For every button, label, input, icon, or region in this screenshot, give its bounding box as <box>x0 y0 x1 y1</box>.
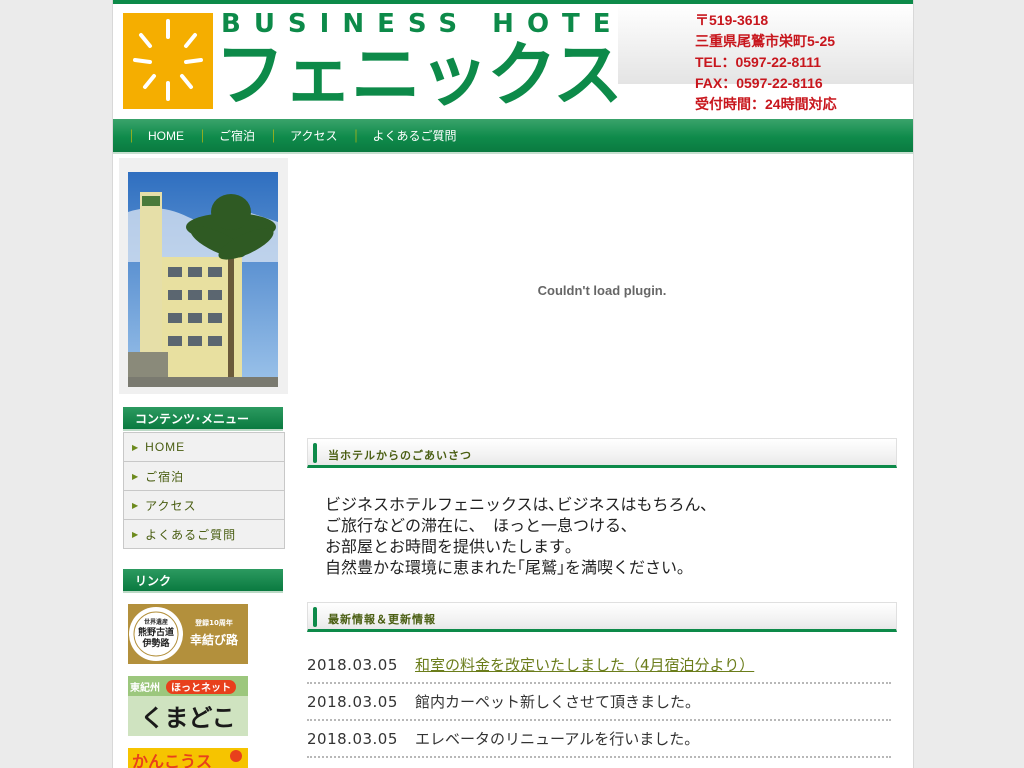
greeting-heading-text: 当ホテルからのごあいさつ <box>328 450 472 462</box>
nav-separator: ｜ <box>125 129 139 144</box>
news-date: 2018.03.05 <box>307 655 398 674</box>
nav-separator: ｜ <box>349 129 363 144</box>
hotel-logo[interactable]: BUSINESS HOTEL フェニックス <box>123 9 640 115</box>
triangle-right-icon: ▶ <box>132 471 140 481</box>
banner-text: くまどこ <box>140 704 235 732</box>
plugin-placeholder: Couldn't load plugin. <box>307 160 897 420</box>
kanko-banner[interactable]: かんこうス <box>128 748 248 768</box>
side-menu-item-access[interactable]: ▶ アクセス <box>124 490 284 519</box>
news-heading: 最新情報＆更新情報 <box>307 602 897 632</box>
nav-item-faq[interactable]: よくあるご質問 <box>372 127 456 144</box>
side-menu-item-stay[interactable]: ▶ ご宿泊 <box>124 461 284 490</box>
kumano-kodo-banner[interactable]: 世界遺産 熊野古道 伊勢路 登録10周年 幸結び路 <box>128 604 248 664</box>
news-heading-text: 最新情報＆更新情報 <box>328 614 436 626</box>
triangle-right-icon: ▶ <box>132 500 140 510</box>
greeting-line: ビジネスホテルフェニックスは､ビジネスはもちろん､ <box>325 495 709 514</box>
nav-item-access[interactable]: アクセス <box>290 127 337 144</box>
links-heading: リンク <box>123 569 283 593</box>
address: 三重県尾鷲市栄町5-25 <box>695 33 836 49</box>
heading-bar-icon <box>313 443 317 463</box>
hotel-building-photo <box>128 172 278 387</box>
banner-text: 幸結び路 <box>190 632 239 647</box>
global-nav: ｜ HOME ｜ ご宿泊 ｜ アクセス ｜ よくあるご質問 <box>113 119 913 154</box>
triangle-right-icon: ▶ <box>132 529 140 539</box>
logo-japanese-text: フェニックス <box>215 34 623 116</box>
side-menu-item-faq[interactable]: ▶ よくあるご質問 <box>124 519 284 548</box>
nav-separator: ｜ <box>267 129 281 144</box>
side-menu-item-home[interactable]: ▶ HOME <box>124 432 284 461</box>
news-date: 2018.03.05 <box>307 729 398 748</box>
news-item: 2018.03.05 和室の料金を改定いたしました（4月宿泊分より） <box>307 647 891 684</box>
contact-info: 〒519-3618 三重県尾鷲市栄町5-25 TEL：0597-22-8111 … <box>695 10 837 115</box>
sun-logo-icon <box>123 13 213 109</box>
banner-text: 伊勢路 <box>141 637 170 649</box>
greeting-text: ビジネスホテルフェニックスは､ビジネスはもちろん､ ご旅行などの滞在に､ ほっと… <box>325 494 709 578</box>
side-menu-label: よくあるご質問 <box>145 527 237 542</box>
side-menu-label: アクセス <box>145 498 197 513</box>
nav-separator: ｜ <box>196 129 210 144</box>
banner-text: 東紀州 <box>130 681 160 694</box>
banner-text: かんこうス <box>132 752 212 768</box>
phone-number: TEL：0597-22-8111 <box>695 54 822 70</box>
banner-text: 登録10周年 <box>194 618 233 627</box>
triangle-right-icon: ▶ <box>132 442 140 452</box>
greeting-heading: 当ホテルからのごあいさつ <box>307 438 897 468</box>
side-menu-label: HOME <box>145 440 186 454</box>
news-item: 2018.03.05 館内カーペット新しくさせて頂きました。 <box>307 684 891 721</box>
side-menu-label: ご宿泊 <box>145 469 185 484</box>
fax-number: FAX：0597-22-8116 <box>695 75 823 91</box>
kumadoko-banner[interactable]: 東紀州 ほっとネット くまどこ <box>128 676 248 736</box>
postal-code: 〒519-3618 <box>695 12 769 28</box>
banner-text: ほっとネット <box>171 682 231 694</box>
contents-menu-heading: コンテンツ･メニュー <box>123 407 283 431</box>
page: BUSINESS HOTEL フェニックス 〒519-3618 三重県尾鷲市栄町… <box>112 0 914 768</box>
news-text: エレベータのリニューアルを行いました。 <box>415 730 700 748</box>
nav-item-stay[interactable]: ご宿泊 <box>219 127 255 144</box>
reception-hours: 受付時間：24時間対応 <box>695 96 837 112</box>
heading-bar-icon <box>313 607 317 627</box>
greeting-line: お部屋とお時間を提供いたします｡ <box>325 537 574 556</box>
news-link[interactable]: 和室の料金を改定いたしました（4月宿泊分より） <box>415 654 754 675</box>
news-text: 館内カーペット新しくさせて頂きました。 <box>415 693 701 711</box>
greeting-line: ご旅行などの滞在に､ ほっと一息つける､ <box>325 516 630 535</box>
nav-item-home[interactable]: HOME <box>148 129 184 143</box>
banner-text: 熊野古道 <box>138 626 174 638</box>
news-date: 2018.03.05 <box>307 692 398 711</box>
banner-text: 世界遺産 <box>144 618 168 626</box>
greeting-line: 自然豊かな環境に恵まれた｢尾鷲｣を満喫ください｡ <box>325 558 686 577</box>
plugin-message: Couldn't load plugin. <box>537 282 667 298</box>
contents-menu: ▶ HOME ▶ ご宿泊 ▶ アクセス ▶ よくあるご質問 <box>123 432 285 549</box>
news-item: 2018.03.05 エレベータのリニューアルを行いました。 <box>307 721 891 758</box>
